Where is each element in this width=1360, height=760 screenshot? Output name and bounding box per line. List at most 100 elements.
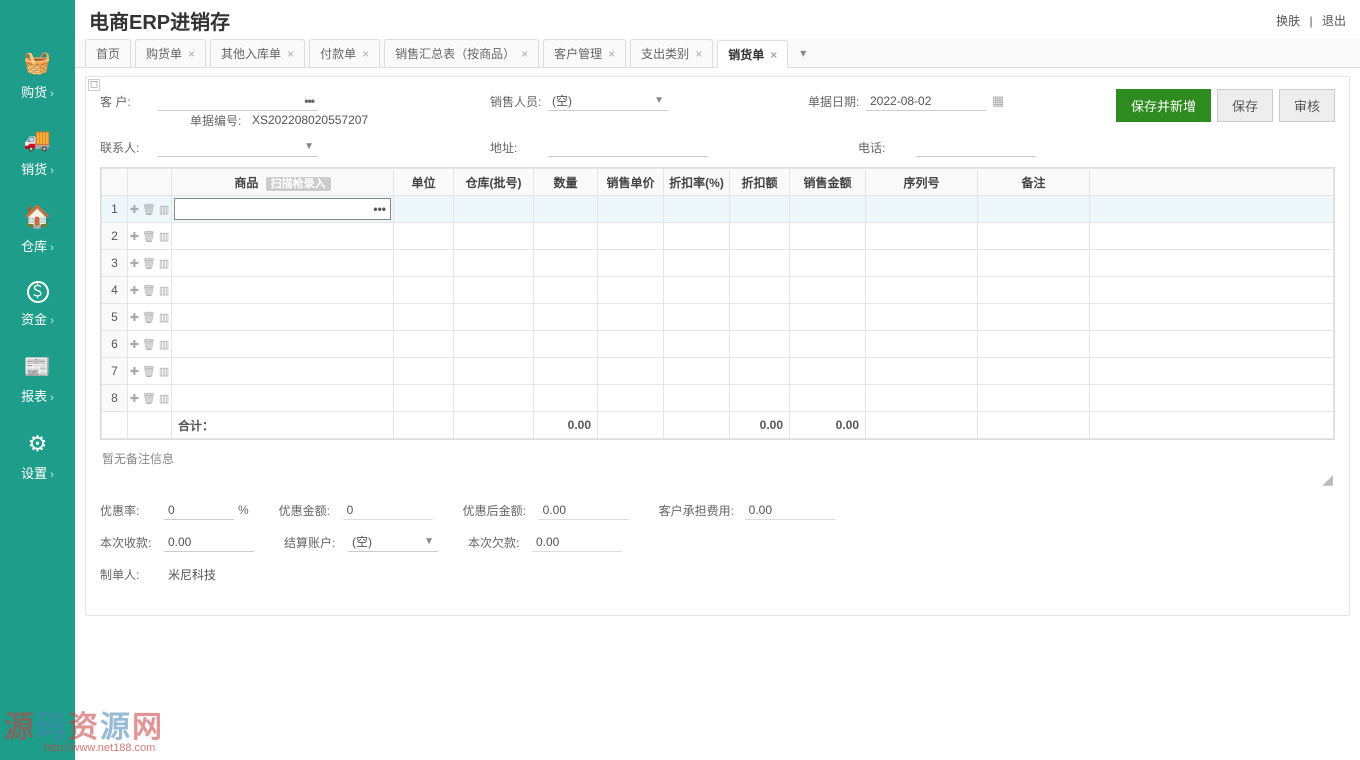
close-icon[interactable]: ×: [770, 48, 777, 62]
grid-cell[interactable]: [790, 223, 866, 250]
grid-cell[interactable]: [978, 277, 1090, 304]
table-row[interactable]: 4✚🗑▥: [102, 277, 1334, 304]
grid-cell[interactable]: [534, 385, 598, 412]
grid-cell[interactable]: [394, 358, 454, 385]
add-row-icon[interactable]: ✚: [130, 257, 139, 270]
close-icon[interactable]: ×: [695, 47, 702, 61]
grid-cell[interactable]: [866, 277, 978, 304]
delete-row-icon[interactable]: 🗑: [142, 311, 156, 324]
grid-cell[interactable]: [534, 358, 598, 385]
sidebar-item-sales[interactable]: 🚚 销货: [0, 117, 75, 194]
product-cell-input[interactable]: •••: [174, 198, 391, 220]
grid-cell[interactable]: [866, 385, 978, 412]
chevron-down-icon[interactable]: ▼: [654, 95, 664, 106]
delete-row-icon[interactable]: 🗑: [142, 230, 156, 243]
add-row-icon[interactable]: ✚: [130, 284, 139, 297]
grid-cell[interactable]: [978, 331, 1090, 358]
disc-amt-input[interactable]: 0: [343, 500, 433, 520]
grid-cell[interactable]: [978, 385, 1090, 412]
grid-cell[interactable]: [598, 358, 664, 385]
grid-cell[interactable]: [790, 304, 866, 331]
product-cell[interactable]: [172, 277, 394, 304]
sidebar-item-finance[interactable]: ＄ 资金: [0, 271, 75, 344]
close-icon[interactable]: ×: [608, 47, 615, 61]
copy-row-icon[interactable]: ▥: [159, 392, 169, 405]
switch-skin-link[interactable]: 换肤: [1276, 14, 1300, 28]
grid-cell[interactable]: [664, 250, 730, 277]
grid-cell[interactable]: [394, 304, 454, 331]
grid-cell[interactable]: [978, 223, 1090, 250]
grid-cell[interactable]: [790, 277, 866, 304]
grid-cell[interactable]: [598, 277, 664, 304]
sidebar-item-purchase[interactable]: 🧺 购货: [0, 40, 75, 117]
grid-cell[interactable]: [664, 358, 730, 385]
grid-cell[interactable]: [790, 196, 866, 223]
grid-cell[interactable]: [454, 331, 534, 358]
grid-cell[interactable]: [454, 304, 534, 331]
table-row[interactable]: 1✚🗑▥•••: [102, 196, 1334, 223]
grid-cell[interactable]: [1090, 250, 1334, 277]
acct-select[interactable]: (空)▼: [348, 532, 438, 552]
grid-cell[interactable]: [790, 331, 866, 358]
tab-home[interactable]: 首页: [85, 39, 131, 67]
add-row-icon[interactable]: ✚: [130, 338, 139, 351]
customer-input[interactable]: •••: [158, 91, 318, 111]
grid-cell[interactable]: [454, 385, 534, 412]
grid-cell[interactable]: [664, 304, 730, 331]
grid-cell[interactable]: [978, 196, 1090, 223]
address-input[interactable]: [548, 137, 708, 157]
grid-cell[interactable]: [730, 304, 790, 331]
grid-cell[interactable]: [1090, 304, 1334, 331]
grid-cell[interactable]: [730, 331, 790, 358]
table-row[interactable]: 8✚🗑▥: [102, 385, 1334, 412]
product-cell[interactable]: [172, 331, 394, 358]
cust-fee-input[interactable]: 0.00: [745, 500, 835, 520]
grid-cell[interactable]: [534, 196, 598, 223]
sidebar-item-settings[interactable]: ⚙ 设置: [0, 421, 75, 498]
disc-rate-input[interactable]: 0: [164, 500, 234, 520]
scan-tag[interactable]: 扫描枪录入: [266, 177, 331, 191]
tab-payment[interactable]: 付款单×: [309, 39, 380, 67]
product-cell[interactable]: [172, 223, 394, 250]
grid-cell[interactable]: [394, 277, 454, 304]
grid-cell[interactable]: [1090, 277, 1334, 304]
grid-cell[interactable]: [866, 196, 978, 223]
grid-cell[interactable]: [730, 196, 790, 223]
grid-cell[interactable]: [730, 385, 790, 412]
grid-cell[interactable]: [664, 196, 730, 223]
grid-cell[interactable]: [730, 250, 790, 277]
grid-cell[interactable]: [790, 250, 866, 277]
pin-icon[interactable]: ◻: [88, 79, 100, 91]
phone-input[interactable]: [916, 137, 1036, 157]
grid-cell[interactable]: [598, 250, 664, 277]
grid-cell[interactable]: [978, 358, 1090, 385]
audit-button[interactable]: 审核: [1279, 89, 1335, 122]
grid-cell[interactable]: [1090, 358, 1334, 385]
grid-cell[interactable]: [730, 277, 790, 304]
grid-cell[interactable]: [790, 385, 866, 412]
grid-cell[interactable]: [394, 223, 454, 250]
grid-cell[interactable]: [454, 358, 534, 385]
delete-row-icon[interactable]: 🗑: [142, 257, 156, 270]
grid-cell[interactable]: [978, 250, 1090, 277]
resize-handle[interactable]: ◢: [100, 471, 1335, 488]
tab-add-button[interactable]: ▾: [792, 42, 814, 64]
grid-cell[interactable]: [454, 277, 534, 304]
tab-expense[interactable]: 支出类别×: [630, 39, 713, 67]
chevron-down-icon[interactable]: ▼: [304, 141, 314, 152]
grid-cell[interactable]: [866, 304, 978, 331]
lookup-icon[interactable]: •••: [304, 94, 314, 108]
table-row[interactable]: 2✚🗑▥: [102, 223, 1334, 250]
table-row[interactable]: 3✚🗑▥: [102, 250, 1334, 277]
copy-row-icon[interactable]: ▥: [159, 230, 169, 243]
grid-cell[interactable]: [394, 196, 454, 223]
close-icon[interactable]: ×: [188, 47, 195, 61]
grid-cell[interactable]: [598, 385, 664, 412]
grid-cell[interactable]: [866, 358, 978, 385]
grid-cell[interactable]: [664, 277, 730, 304]
grid-cell[interactable]: [866, 331, 978, 358]
table-row[interactable]: 7✚🗑▥: [102, 358, 1334, 385]
grid-cell[interactable]: [598, 223, 664, 250]
copy-row-icon[interactable]: ▥: [159, 365, 169, 378]
grid-cell[interactable]: [394, 331, 454, 358]
